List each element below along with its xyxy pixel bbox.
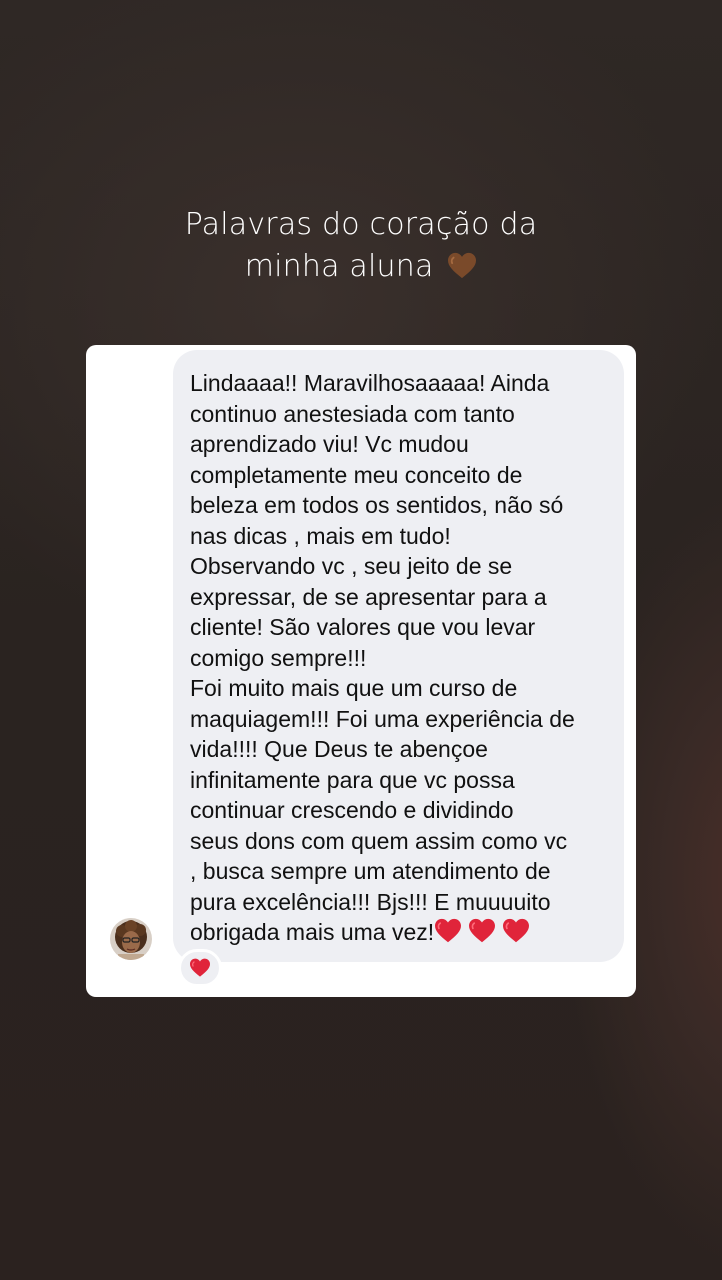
avatar-image [110, 918, 152, 960]
caption-line-2: minha aluna [0, 246, 722, 288]
avatar[interactable] [110, 918, 152, 960]
caption-line-2-text: minha aluna [244, 249, 434, 284]
red-heart-icon [435, 918, 462, 943]
message-text: Lindaaaa!! Maravilhosaaaaa! Ainda contin… [190, 368, 610, 948]
brown-heart-icon [448, 252, 477, 279]
red-heart-icon [503, 918, 530, 943]
message-body: Lindaaaa!! Maravilhosaaaaa! Ainda contin… [190, 370, 575, 945]
red-heart-icon [190, 958, 210, 977]
red-heart-icon [469, 918, 496, 943]
caption-line-1: Palavras do coração da [184, 207, 538, 242]
message-card: Lindaaaa!! Maravilhosaaaaa! Ainda contin… [86, 345, 636, 997]
message-bubble[interactable]: Lindaaaa!! Maravilhosaaaaa! Ainda contin… [173, 350, 624, 962]
story-caption: Palavras do coração da minha aluna [0, 204, 722, 288]
reaction-badge[interactable] [178, 949, 222, 987]
